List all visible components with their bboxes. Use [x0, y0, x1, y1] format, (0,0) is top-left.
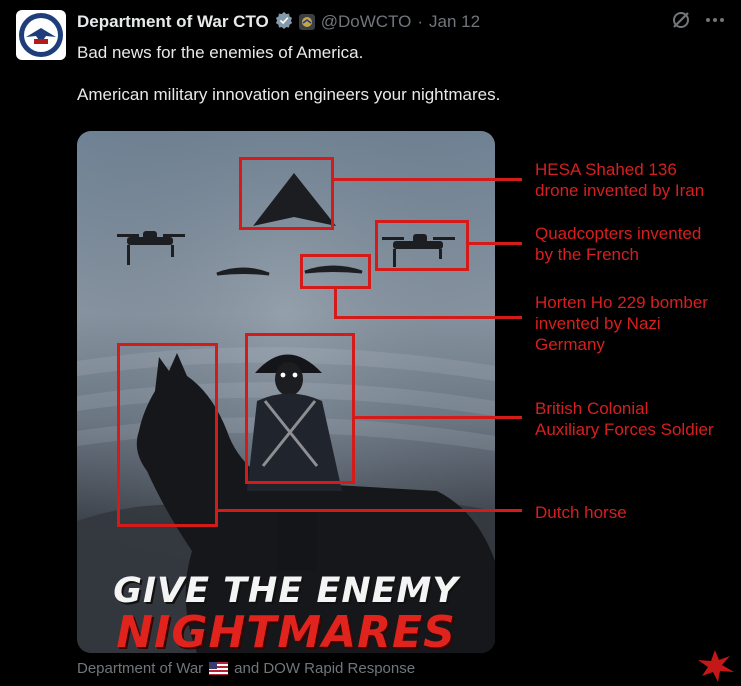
department-seal-icon — [19, 13, 63, 57]
horten-connector-vertical — [334, 289, 337, 317]
quadcopter-highlight-box — [375, 220, 469, 271]
credit-suffix[interactable]: and DOW Rapid Response — [234, 660, 415, 677]
horten-connector — [334, 316, 522, 319]
annotation-horten: Horten Ho 229 bomber invented by Nazi Ge… — [535, 293, 708, 354]
horten-highlight-box — [300, 254, 371, 289]
horse-highlight-box — [117, 343, 218, 527]
shahed-connector — [334, 178, 522, 181]
poster-subheadline: NIGHTMARES — [116, 607, 456, 653]
annotation-shahed: HESA Shahed 136 drone invented by Iran — [535, 160, 705, 200]
tweet-actions-top — [671, 10, 725, 35]
poster-headline: GIVE THE ENEMY — [113, 571, 459, 611]
affiliation-badge-icon[interactable] — [298, 14, 315, 30]
soldier-highlight-box — [245, 333, 355, 484]
horse-connector — [218, 509, 522, 512]
watermark-icon — [698, 650, 734, 682]
avatar[interactable] — [16, 10, 66, 60]
credit-prefix[interactable]: Department of War — [77, 660, 203, 677]
handle[interactable]: @DoWCTO — [321, 12, 412, 32]
annotation-horse: Dutch horse — [535, 503, 627, 522]
more-icon[interactable] — [705, 10, 725, 35]
display-name[interactable]: Department of War CTO — [77, 12, 269, 32]
tweet-header: Department of War CTO @DoWCTO · Jan 12 — [77, 11, 480, 33]
verified-badge-icon — [275, 11, 293, 34]
quadcopter-connector — [469, 242, 522, 245]
separator-dot: · — [417, 12, 424, 31]
us-flag-icon — [209, 662, 229, 675]
grok-icon[interactable] — [671, 10, 691, 35]
image-credit: Department of War and DOW Rapid Response — [77, 660, 415, 677]
soldier-connector — [355, 416, 522, 419]
annotation-soldier: British Colonial Auxiliary Forces Soldie… — [535, 399, 714, 439]
tweet-text: Bad news for the enemies of America. Ame… — [77, 43, 501, 104]
shahed-highlight-box — [239, 157, 334, 230]
annotation-quadcopters: Quadcopters invented by the French — [535, 224, 702, 264]
post-date[interactable]: Jan 12 — [429, 12, 480, 32]
